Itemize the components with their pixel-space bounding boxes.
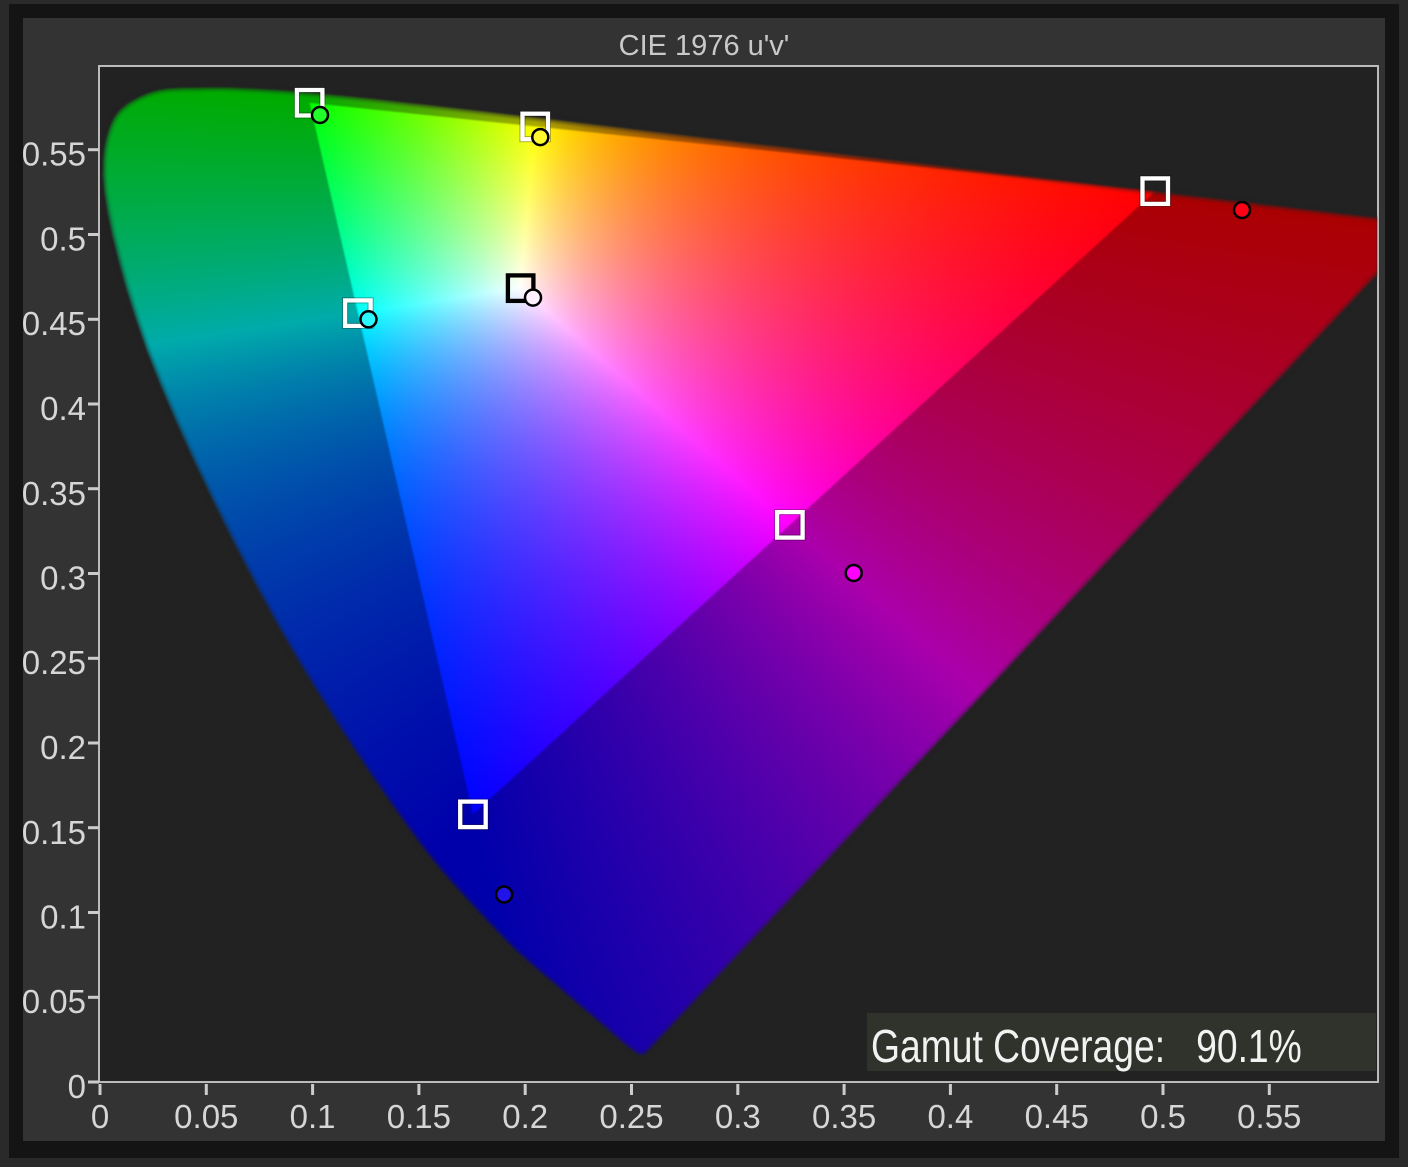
svg-text:0.05: 0.05 [174, 1098, 238, 1135]
svg-text:0.1: 0.1 [40, 899, 86, 936]
svg-text:0.2: 0.2 [40, 729, 86, 766]
svg-text:0.2: 0.2 [502, 1098, 548, 1135]
svg-text:0.55: 0.55 [1237, 1098, 1301, 1135]
svg-text:0.3: 0.3 [40, 560, 86, 597]
svg-text:0.45: 0.45 [1025, 1098, 1089, 1135]
svg-text:0.35: 0.35 [812, 1098, 876, 1135]
svg-text:0.45: 0.45 [22, 305, 86, 342]
svg-text:0.3: 0.3 [715, 1098, 761, 1135]
svg-text:0.4: 0.4 [927, 1098, 973, 1135]
svg-text:0: 0 [68, 1068, 86, 1105]
svg-text:0.4: 0.4 [40, 390, 86, 427]
svg-text:0.5: 0.5 [1140, 1098, 1186, 1135]
svg-text:0.25: 0.25 [22, 644, 86, 681]
svg-text:0.35: 0.35 [22, 475, 86, 512]
svg-text:0.15: 0.15 [387, 1098, 451, 1135]
svg-text:0.15: 0.15 [22, 814, 86, 851]
svg-text:0.5: 0.5 [40, 221, 86, 258]
svg-text:0.05: 0.05 [22, 983, 86, 1020]
svg-text:0: 0 [91, 1098, 109, 1135]
svg-text:0.55: 0.55 [22, 136, 86, 173]
svg-text:0.25: 0.25 [599, 1098, 663, 1135]
svg-text:0.1: 0.1 [290, 1098, 336, 1135]
